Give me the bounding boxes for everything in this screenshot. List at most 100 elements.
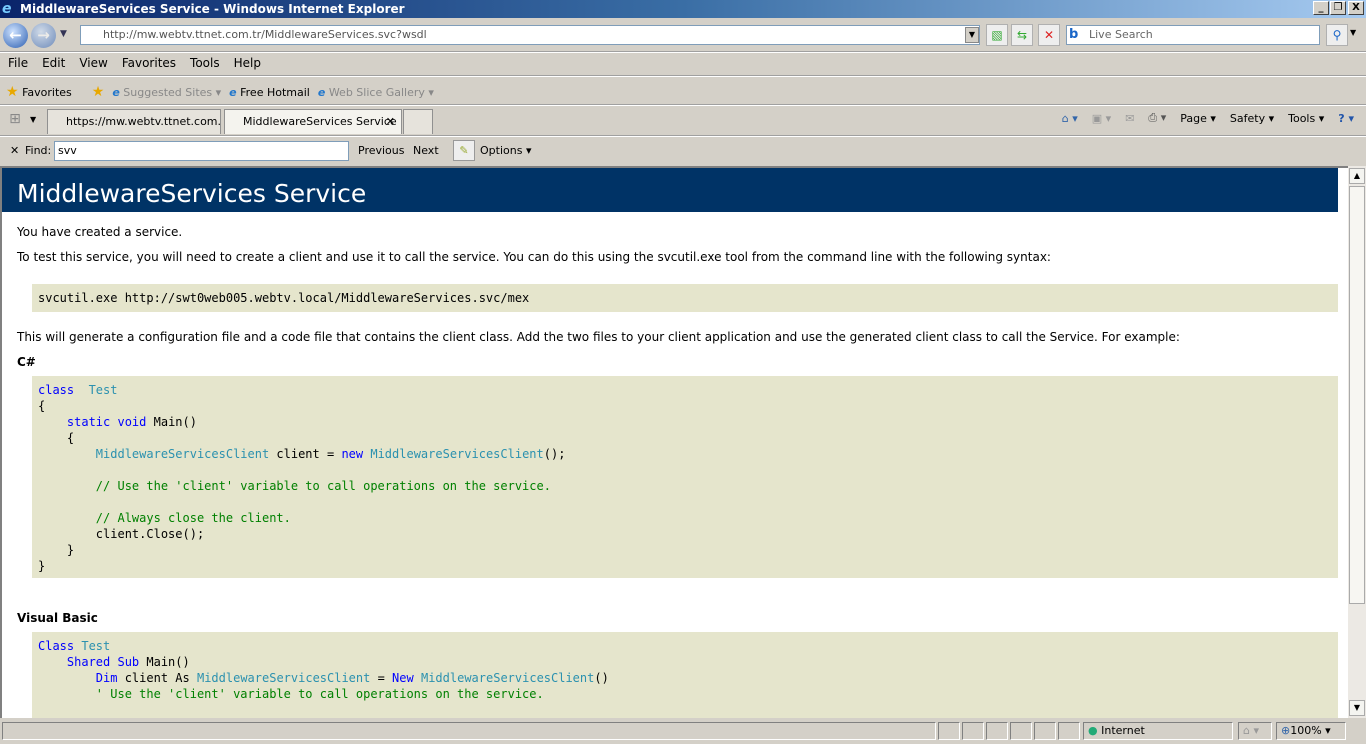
code-token: Shared Sub [66, 655, 140, 669]
tab-label: https://mw.webtv.ttnet.com... [66, 115, 221, 128]
menu-tools[interactable]: Tools [190, 56, 220, 72]
search-input[interactable]: Live Search [1066, 25, 1320, 45]
menu-edit[interactable]: Edit [42, 56, 65, 72]
minimize-button[interactable]: _ [1313, 1, 1329, 15]
recent-pages-dropdown[interactable]: ▼ [60, 29, 67, 39]
generate-text: This will generate a configuration file … [17, 330, 1180, 344]
find-input[interactable]: svv [54, 141, 349, 161]
code-line: { [38, 398, 1332, 414]
compatibility-view-icon[interactable]: ▧ [986, 24, 1008, 46]
find-label: Find: [25, 144, 52, 157]
instructions-text: To test this service, you will need to c… [17, 250, 1051, 264]
address-bar[interactable]: http://mw.webtv.ttnet.com.tr/MiddlewareS… [80, 25, 980, 45]
code-line: Shared Sub Main() [38, 654, 1332, 670]
code-token: Main() [146, 415, 197, 429]
new-tab-button[interactable] [403, 109, 433, 134]
protected-mode-icon[interactable]: ⌂ ▾ [1238, 722, 1272, 740]
tools-label: Tools [1288, 111, 1316, 125]
restore-button[interactable]: ❐ [1330, 1, 1346, 15]
safety-menu[interactable]: Safety ▾ [1230, 112, 1274, 125]
zone-label: Internet [1101, 724, 1145, 737]
print-icon[interactable]: ⎙ ▾ [1148, 111, 1166, 125]
zoom-value: 100% [1290, 724, 1322, 737]
forward-button[interactable]: → [31, 23, 56, 48]
back-button[interactable]: ← [3, 23, 28, 48]
tools-menu[interactable]: Tools ▾ [1288, 112, 1324, 125]
help-icon[interactable]: ? ▾ [1338, 112, 1354, 125]
menu-favorites[interactable]: Favorites [122, 56, 176, 72]
zoom-level[interactable]: ⊕100% ▾ [1276, 722, 1346, 740]
code-token: Test [88, 383, 118, 397]
divider [0, 104, 1366, 106]
tab-ttnet[interactable]: https://mw.webtv.ttnet.com... [47, 109, 221, 134]
highlight-icon[interactable]: ✎ [453, 140, 475, 161]
code-token: Dim [95, 671, 118, 685]
search-button[interactable]: ⚲ [1326, 24, 1348, 46]
tab-middleware-service[interactable]: MiddlewareServices Service ✕ [224, 109, 402, 134]
code-token: Main() [139, 655, 190, 669]
search-options-dropdown[interactable]: ▼ [1350, 28, 1356, 37]
favorites-button[interactable]: ★ Favorites [6, 84, 72, 100]
page-menu[interactable]: Page ▾ [1180, 112, 1216, 125]
free-hotmail-link[interactable]: e Free Hotmail [229, 86, 310, 99]
ie-logo-icon: e [2, 1, 12, 17]
scroll-thumb[interactable] [1349, 186, 1365, 604]
vertical-scrollbar[interactable]: ▲ ▼ [1348, 166, 1366, 718]
tab-list-dropdown[interactable]: ▼ [30, 115, 36, 124]
web-slice-gallery-label: Web Slice Gallery [328, 85, 425, 99]
command-bar: ⌂ ▾ ▣ ▾ ✉ ⎙ ▾ Page ▾ Safety ▾ Tools ▾ ? … [1062, 111, 1354, 125]
free-hotmail-label: Free Hotmail [240, 85, 310, 99]
code-token: class [38, 383, 75, 397]
quick-tabs-icon[interactable]: ⊞ [4, 111, 26, 131]
star-icon: ★ [6, 84, 19, 100]
ie-icon: e [317, 85, 326, 99]
status-cell [1010, 722, 1032, 740]
address-url[interactable]: http://mw.webtv.ttnet.com.tr/MiddlewareS… [103, 28, 427, 41]
code-token: MiddlewareServicesClient [370, 447, 544, 461]
code-token: (); [543, 447, 566, 461]
scroll-up-button[interactable]: ▲ [1349, 168, 1365, 184]
web-slice-gallery[interactable]: e Web Slice Gallery ▾ [318, 86, 434, 99]
suggested-sites[interactable]: e Suggested Sites ▾ [112, 86, 221, 99]
csharp-code-block: class Test{ static void Main() { Middlew… [32, 376, 1338, 578]
close-button[interactable]: X [1348, 1, 1364, 15]
find-options-button[interactable]: Options ▾ [480, 144, 531, 157]
ie-icon: e [229, 85, 237, 99]
code-line: { [38, 430, 1332, 446]
status-cell [938, 722, 960, 740]
find-next-button[interactable]: Next [413, 144, 439, 157]
close-find-icon[interactable]: ✕ [10, 144, 19, 157]
code-token: { [38, 431, 75, 445]
refresh-button[interactable]: ⇆ [1011, 24, 1033, 46]
code-line: Dim client As MiddlewareServicesClient =… [38, 670, 1332, 686]
status-cell [962, 722, 984, 740]
menu-view[interactable]: View [79, 56, 107, 72]
bing-icon: b [1069, 27, 1079, 42]
code-line: static void Main() [38, 414, 1332, 430]
globe-icon: ● [1088, 724, 1098, 737]
menu-file[interactable]: File [8, 56, 28, 72]
add-favorites-icon[interactable]: ★ [92, 84, 105, 100]
divider [0, 135, 1366, 137]
code-line: } [38, 558, 1332, 574]
code-token: // Use the 'client' variable to call ope… [95, 479, 551, 493]
code-token: client As [117, 671, 197, 685]
feeds-icon[interactable]: ▣ ▾ [1092, 112, 1111, 125]
code-line: class Test [38, 382, 1332, 398]
stop-button[interactable]: ✕ [1038, 24, 1060, 46]
page-title: MiddlewareServices Service [2, 168, 1338, 212]
find-value: svv [58, 144, 77, 157]
find-previous-button[interactable]: Previous [358, 144, 405, 157]
home-icon[interactable]: ⌂ ▾ [1062, 112, 1078, 125]
favorites-bar: ★ Favorites ★ e Suggested Sites ▾ e Free… [6, 84, 434, 100]
address-dropdown[interactable]: ▼ [965, 27, 979, 43]
read-mail-icon[interactable]: ✉ [1125, 112, 1134, 125]
menu-help[interactable]: Help [234, 56, 261, 72]
scroll-down-button[interactable]: ▼ [1349, 700, 1365, 716]
safety-label: Safety [1229, 111, 1266, 125]
close-tab-icon[interactable]: ✕ [386, 110, 395, 133]
code-line: // Always close the client. [38, 510, 1332, 526]
